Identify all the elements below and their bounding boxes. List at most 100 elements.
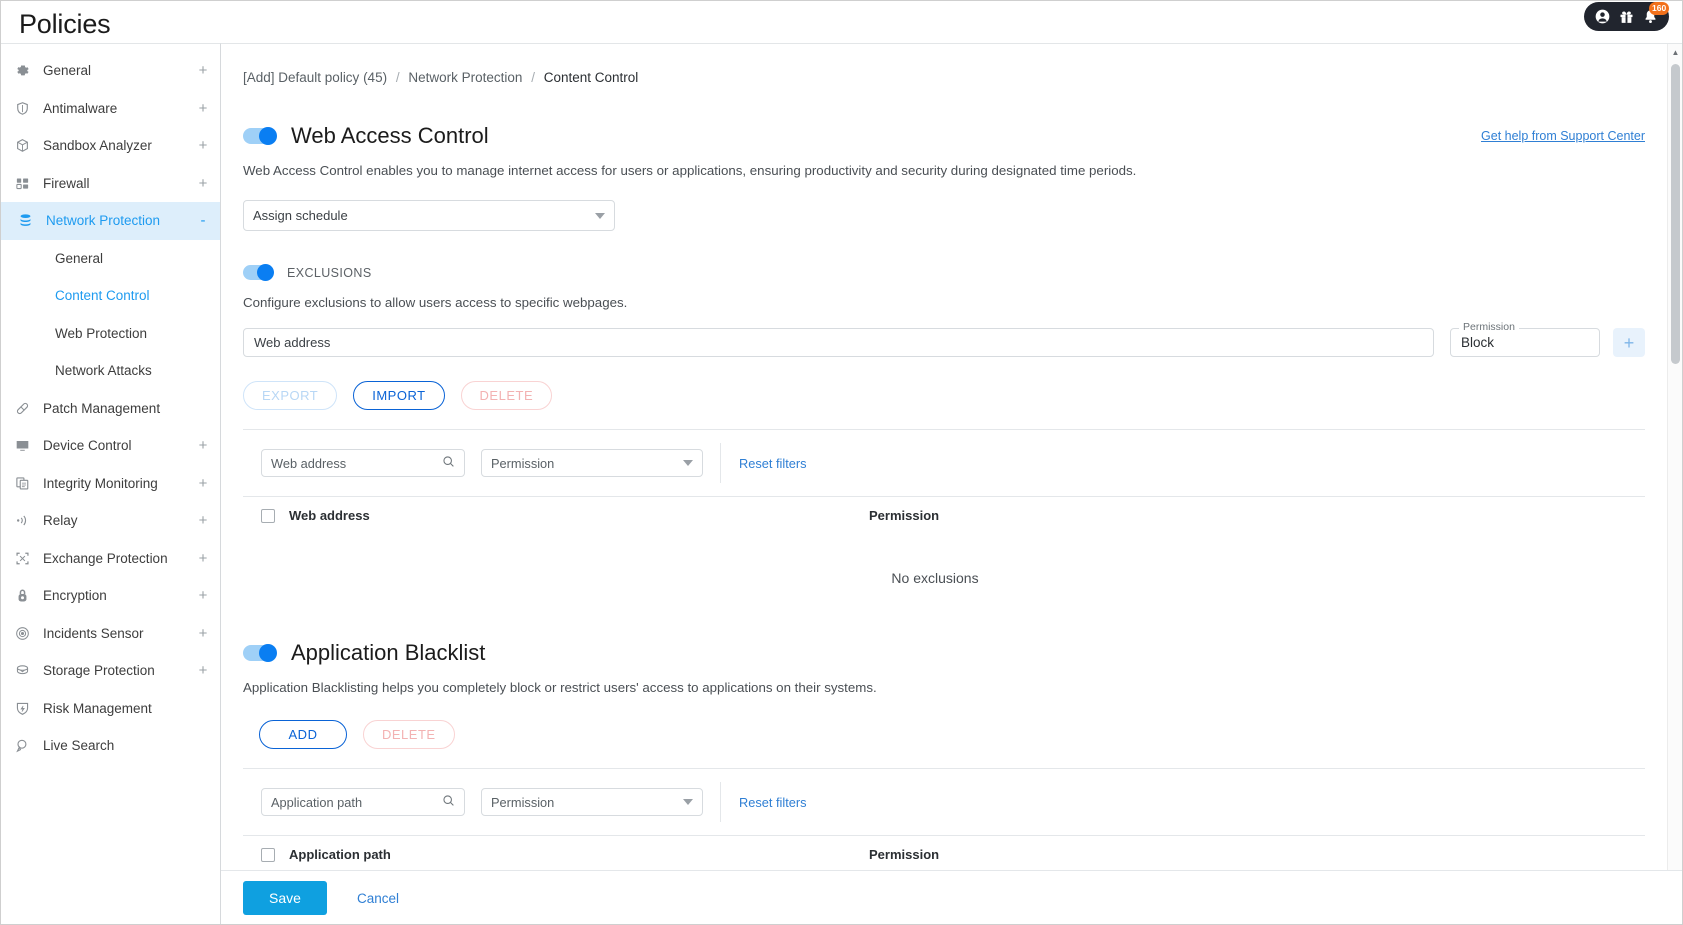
sidebar-subitem-network-attacks[interactable]: Network Attacks bbox=[1, 352, 220, 390]
search-icon bbox=[442, 794, 455, 810]
cancel-button[interactable]: Cancel bbox=[357, 891, 399, 906]
sidebar-subitem-content-control[interactable]: Content Control bbox=[1, 277, 220, 315]
web-address-input[interactable]: Web address bbox=[243, 328, 1434, 357]
expand-toggle[interactable]: + bbox=[197, 626, 209, 641]
sidebar-item-label: Live Search bbox=[43, 738, 115, 754]
chevron-down-icon bbox=[683, 799, 693, 805]
breadcrumb-page: Content Control bbox=[543, 70, 639, 85]
reset-filters-link-exclusions[interactable]: Reset filters bbox=[739, 456, 807, 471]
gift-icon[interactable] bbox=[1619, 9, 1634, 24]
add-exclusion-button[interactable]: + bbox=[1613, 328, 1645, 357]
gear-icon bbox=[15, 63, 37, 78]
permission-select[interactable]: Permission Block bbox=[1450, 321, 1600, 357]
reset-filters-link-applications[interactable]: Reset filters bbox=[739, 795, 807, 810]
application-permission-filter-select[interactable]: Permission bbox=[481, 788, 703, 816]
collapse-toggle[interactable]: - bbox=[197, 213, 209, 228]
sidebar-item-device-control[interactable]: Device Control + bbox=[1, 427, 220, 465]
application-permission-filter-value: Permission bbox=[491, 794, 555, 810]
expand-toggle[interactable]: + bbox=[197, 588, 209, 603]
add-application-button[interactable]: ADD bbox=[259, 720, 347, 749]
application-blacklist-title: Application Blacklist bbox=[291, 640, 486, 665]
sidebar-item-network-protection[interactable]: Network Protection - bbox=[1, 202, 220, 240]
scroll-area: [Add] Default policy (45) / Network Prot… bbox=[221, 44, 1667, 870]
monitor-icon bbox=[15, 438, 37, 453]
content-panel: [Add] Default policy (45) / Network Prot… bbox=[221, 43, 1682, 924]
filter-divider bbox=[720, 782, 721, 822]
sidebar-item-incidents-sensor[interactable]: Incidents Sensor + bbox=[1, 615, 220, 653]
expand-toggle[interactable]: + bbox=[197, 101, 209, 116]
lock-icon bbox=[15, 588, 37, 603]
permission-filter-value: Permission bbox=[491, 455, 555, 471]
assign-schedule-select[interactable]: Assign schedule bbox=[243, 200, 615, 231]
expand-toggle[interactable]: + bbox=[197, 513, 209, 528]
breadcrumb-section[interactable]: Network Protection bbox=[408, 70, 522, 85]
expand-toggle[interactable]: + bbox=[197, 476, 209, 491]
expand-toggle[interactable]: + bbox=[197, 176, 209, 191]
firewall-icon bbox=[15, 176, 37, 191]
sidebar-item-sandbox-analyzer[interactable]: Sandbox Analyzer + bbox=[1, 127, 220, 165]
sidebar-item-risk-management[interactable]: Risk Management bbox=[1, 690, 220, 728]
sidebar-subitem-label: General bbox=[55, 250, 104, 266]
vertical-scrollbar[interactable]: ▲ ▼ bbox=[1667, 44, 1682, 924]
support-center-link[interactable]: Get help from Support Center bbox=[1481, 129, 1645, 143]
sidebar-item-label: Risk Management bbox=[43, 700, 152, 716]
web-access-control-toggle[interactable] bbox=[243, 127, 277, 145]
select-all-checkbox-exclusions[interactable] bbox=[261, 508, 275, 523]
sidebar-item-encryption[interactable]: Encryption + bbox=[1, 577, 220, 615]
application-path-filter-input[interactable]: Application path bbox=[261, 788, 465, 816]
database-icon bbox=[18, 213, 40, 228]
expand-toggle[interactable]: + bbox=[197, 663, 209, 678]
sidebar-item-label: General bbox=[43, 63, 92, 79]
permission-legend: Permission bbox=[1459, 321, 1519, 333]
sidebar-item-antimalware[interactable]: Antimalware + bbox=[1, 90, 220, 128]
sidebar-item-storage-protection[interactable]: Storage Protection + bbox=[1, 652, 220, 690]
delete-application-button[interactable]: DELETE bbox=[363, 720, 455, 749]
exclusions-header: EXCLUSIONS bbox=[243, 264, 1645, 281]
export-button[interactable]: EXPORT bbox=[243, 381, 338, 410]
sidebar-item-label: Storage Protection bbox=[43, 663, 155, 679]
sidebar-item-label: Antimalware bbox=[43, 100, 118, 116]
scroll-up-icon[interactable]: ▲ bbox=[1668, 44, 1682, 60]
scrollbar-thumb[interactable] bbox=[1671, 64, 1680, 364]
application-blacklist-header: Application Blacklist bbox=[243, 640, 1645, 666]
expand-toggle[interactable]: + bbox=[197, 63, 209, 78]
filter-divider bbox=[720, 443, 721, 483]
select-all-checkbox-applications[interactable] bbox=[261, 847, 275, 862]
bell-icon[interactable]: 160 bbox=[1643, 2, 1670, 24]
expand-toggle[interactable]: + bbox=[197, 138, 209, 153]
storage-icon bbox=[15, 663, 37, 678]
sidebar-subitem-general[interactable]: General bbox=[1, 240, 220, 278]
save-button[interactable]: Save bbox=[243, 881, 327, 915]
web-address-filter-input[interactable]: Web address bbox=[261, 449, 465, 477]
plus-icon: + bbox=[1623, 332, 1635, 353]
breadcrumb-policy[interactable]: [Add] Default policy (45) bbox=[243, 70, 387, 85]
sidebar-item-relay[interactable]: Relay + bbox=[1, 502, 220, 540]
sidebar-item-exchange-protection[interactable]: Exchange Protection + bbox=[1, 540, 220, 578]
sidebar-subitem-web-protection[interactable]: Web Protection bbox=[1, 315, 220, 353]
sidebar-item-live-search[interactable]: Live Search bbox=[1, 727, 220, 765]
expand-toggle[interactable]: + bbox=[197, 551, 209, 566]
import-button[interactable]: IMPORT bbox=[353, 381, 445, 410]
sidebar-item-firewall[interactable]: Firewall + bbox=[1, 165, 220, 203]
column-header-application-path: Application path bbox=[289, 847, 391, 862]
sidebar-item-integrity-monitoring[interactable]: Integrity Monitoring + bbox=[1, 465, 220, 503]
notification-badge: 160 bbox=[1649, 2, 1670, 15]
application-blacklist-toggle[interactable] bbox=[243, 644, 277, 662]
sidebar-item-patch-management[interactable]: Patch Management bbox=[1, 390, 220, 428]
exclusions-toggle[interactable] bbox=[243, 264, 274, 281]
sidebar-item-label: Device Control bbox=[43, 438, 132, 454]
user-toolbar: 160 bbox=[1584, 2, 1670, 31]
application-path-filter-placeholder: Application path bbox=[271, 794, 363, 810]
web-address-filter-placeholder: Web address bbox=[271, 455, 347, 471]
account-icon[interactable] bbox=[1595, 9, 1610, 24]
permission-value: Block bbox=[1461, 335, 1495, 350]
sidebar-item-general[interactable]: General + bbox=[1, 52, 220, 90]
sidebar-item-label: Patch Management bbox=[43, 400, 161, 416]
expand-toggle[interactable]: + bbox=[197, 438, 209, 453]
permission-filter-select[interactable]: Permission bbox=[481, 449, 703, 477]
exclusions-empty-state: No exclusions bbox=[891, 570, 979, 586]
delete-exclusions-button[interactable]: DELETE bbox=[460, 381, 553, 410]
sidebar-subitem-label: Network Attacks bbox=[55, 363, 152, 379]
web-access-control-description: Web Access Control enables you to manage… bbox=[243, 163, 1137, 178]
web-access-control-title: Web Access Control bbox=[291, 123, 489, 148]
